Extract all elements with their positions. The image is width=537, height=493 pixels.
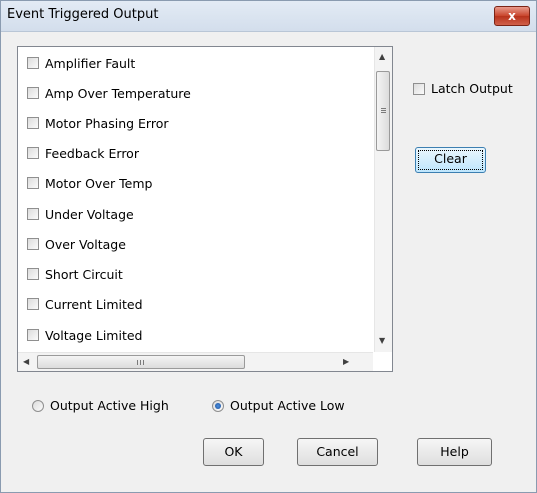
- event-label: Voltage Limited: [45, 327, 143, 343]
- event-list[interactable]: Amplifier Fault Amp Over Temperature Mot…: [17, 46, 393, 372]
- clear-button[interactable]: Clear: [415, 147, 486, 173]
- scroll-up-icon[interactable]: ▲: [379, 52, 385, 61]
- focus-rectangle: [418, 150, 483, 170]
- event-label: Under Voltage: [45, 206, 134, 222]
- event-item-amplifier-fault[interactable]: Amplifier Fault: [27, 53, 135, 73]
- event-checkbox[interactable]: [27, 117, 39, 129]
- grip-line: [381, 112, 386, 113]
- vertical-scrollbar[interactable]: ▲ ▼: [374, 47, 392, 352]
- output-active-high-option[interactable]: Output Active High: [32, 398, 169, 413]
- event-item-motor-phasing-error[interactable]: Motor Phasing Error: [27, 113, 169, 133]
- output-active-high-radio[interactable]: [32, 399, 44, 412]
- event-checkbox[interactable]: [27, 329, 39, 341]
- event-item-under-voltage[interactable]: Under Voltage: [27, 204, 134, 224]
- horizontal-scroll-thumb[interactable]: [37, 355, 245, 369]
- event-checkbox[interactable]: [27, 238, 39, 250]
- output-active-low-option[interactable]: Output Active Low: [212, 398, 345, 413]
- scroll-right-icon[interactable]: ▶: [343, 357, 349, 366]
- horizontal-scrollbar[interactable]: ◀ ▶: [18, 352, 373, 371]
- latch-output-checkbox[interactable]: [413, 82, 425, 95]
- latch-output-label: Latch Output: [431, 81, 513, 96]
- scroll-down-icon[interactable]: ▼: [379, 336, 385, 345]
- grip-line: [381, 108, 386, 109]
- event-checkbox[interactable]: [27, 268, 39, 280]
- title-bar[interactable]: Event Triggered Output x: [1, 1, 536, 32]
- grip-line: [137, 360, 138, 365]
- event-label: Current Limited: [45, 296, 143, 312]
- ok-button[interactable]: OK: [203, 438, 264, 466]
- vertical-scroll-thumb[interactable]: [376, 71, 390, 151]
- event-label: Amplifier Fault: [45, 55, 136, 71]
- help-button[interactable]: Help: [417, 438, 492, 466]
- event-checkbox[interactable]: [27, 147, 39, 159]
- event-checkbox[interactable]: [27, 57, 39, 69]
- output-active-low-label: Output Active Low: [230, 398, 345, 413]
- event-item-over-voltage[interactable]: Over Voltage: [27, 234, 126, 254]
- event-item-current-limited[interactable]: Current Limited: [27, 294, 143, 314]
- event-item-feedback-error[interactable]: Feedback Error: [27, 143, 139, 163]
- event-checkbox[interactable]: [27, 87, 39, 99]
- event-checkbox[interactable]: [27, 177, 39, 189]
- grip-line: [381, 110, 386, 111]
- event-label: Over Voltage: [45, 236, 126, 252]
- event-item-voltage-limited[interactable]: Voltage Limited: [27, 325, 142, 345]
- close-icon: x: [508, 9, 516, 23]
- event-label: Amp Over Temperature: [45, 85, 191, 101]
- event-label: Motor Over Temp: [45, 175, 153, 191]
- output-active-high-label: Output Active High: [50, 398, 169, 413]
- event-item-short-circuit[interactable]: Short Circuit: [27, 264, 123, 284]
- event-label: Feedback Error: [45, 145, 139, 161]
- scroll-left-icon[interactable]: ◀: [23, 357, 29, 366]
- cancel-button[interactable]: Cancel: [297, 438, 378, 466]
- event-triggered-output-dialog: Event Triggered Output x Amplifier Fault…: [0, 0, 537, 493]
- event-item-amp-over-temperature[interactable]: Amp Over Temperature: [27, 83, 191, 103]
- event-label: Motor Phasing Error: [45, 115, 169, 131]
- output-active-low-radio[interactable]: [212, 399, 224, 412]
- event-label: Short Circuit: [45, 266, 123, 282]
- grip-line: [140, 360, 141, 365]
- event-checkbox[interactable]: [27, 208, 39, 220]
- latch-output-option[interactable]: Latch Output: [413, 81, 513, 96]
- event-item-motor-over-temp[interactable]: Motor Over Temp: [27, 173, 152, 193]
- window-title: Event Triggered Output: [7, 7, 159, 22]
- event-checkbox[interactable]: [27, 298, 39, 310]
- grip-line: [143, 360, 144, 365]
- close-button[interactable]: x: [494, 6, 530, 26]
- event-list-items: Amplifier Fault Amp Over Temperature Mot…: [18, 47, 373, 352]
